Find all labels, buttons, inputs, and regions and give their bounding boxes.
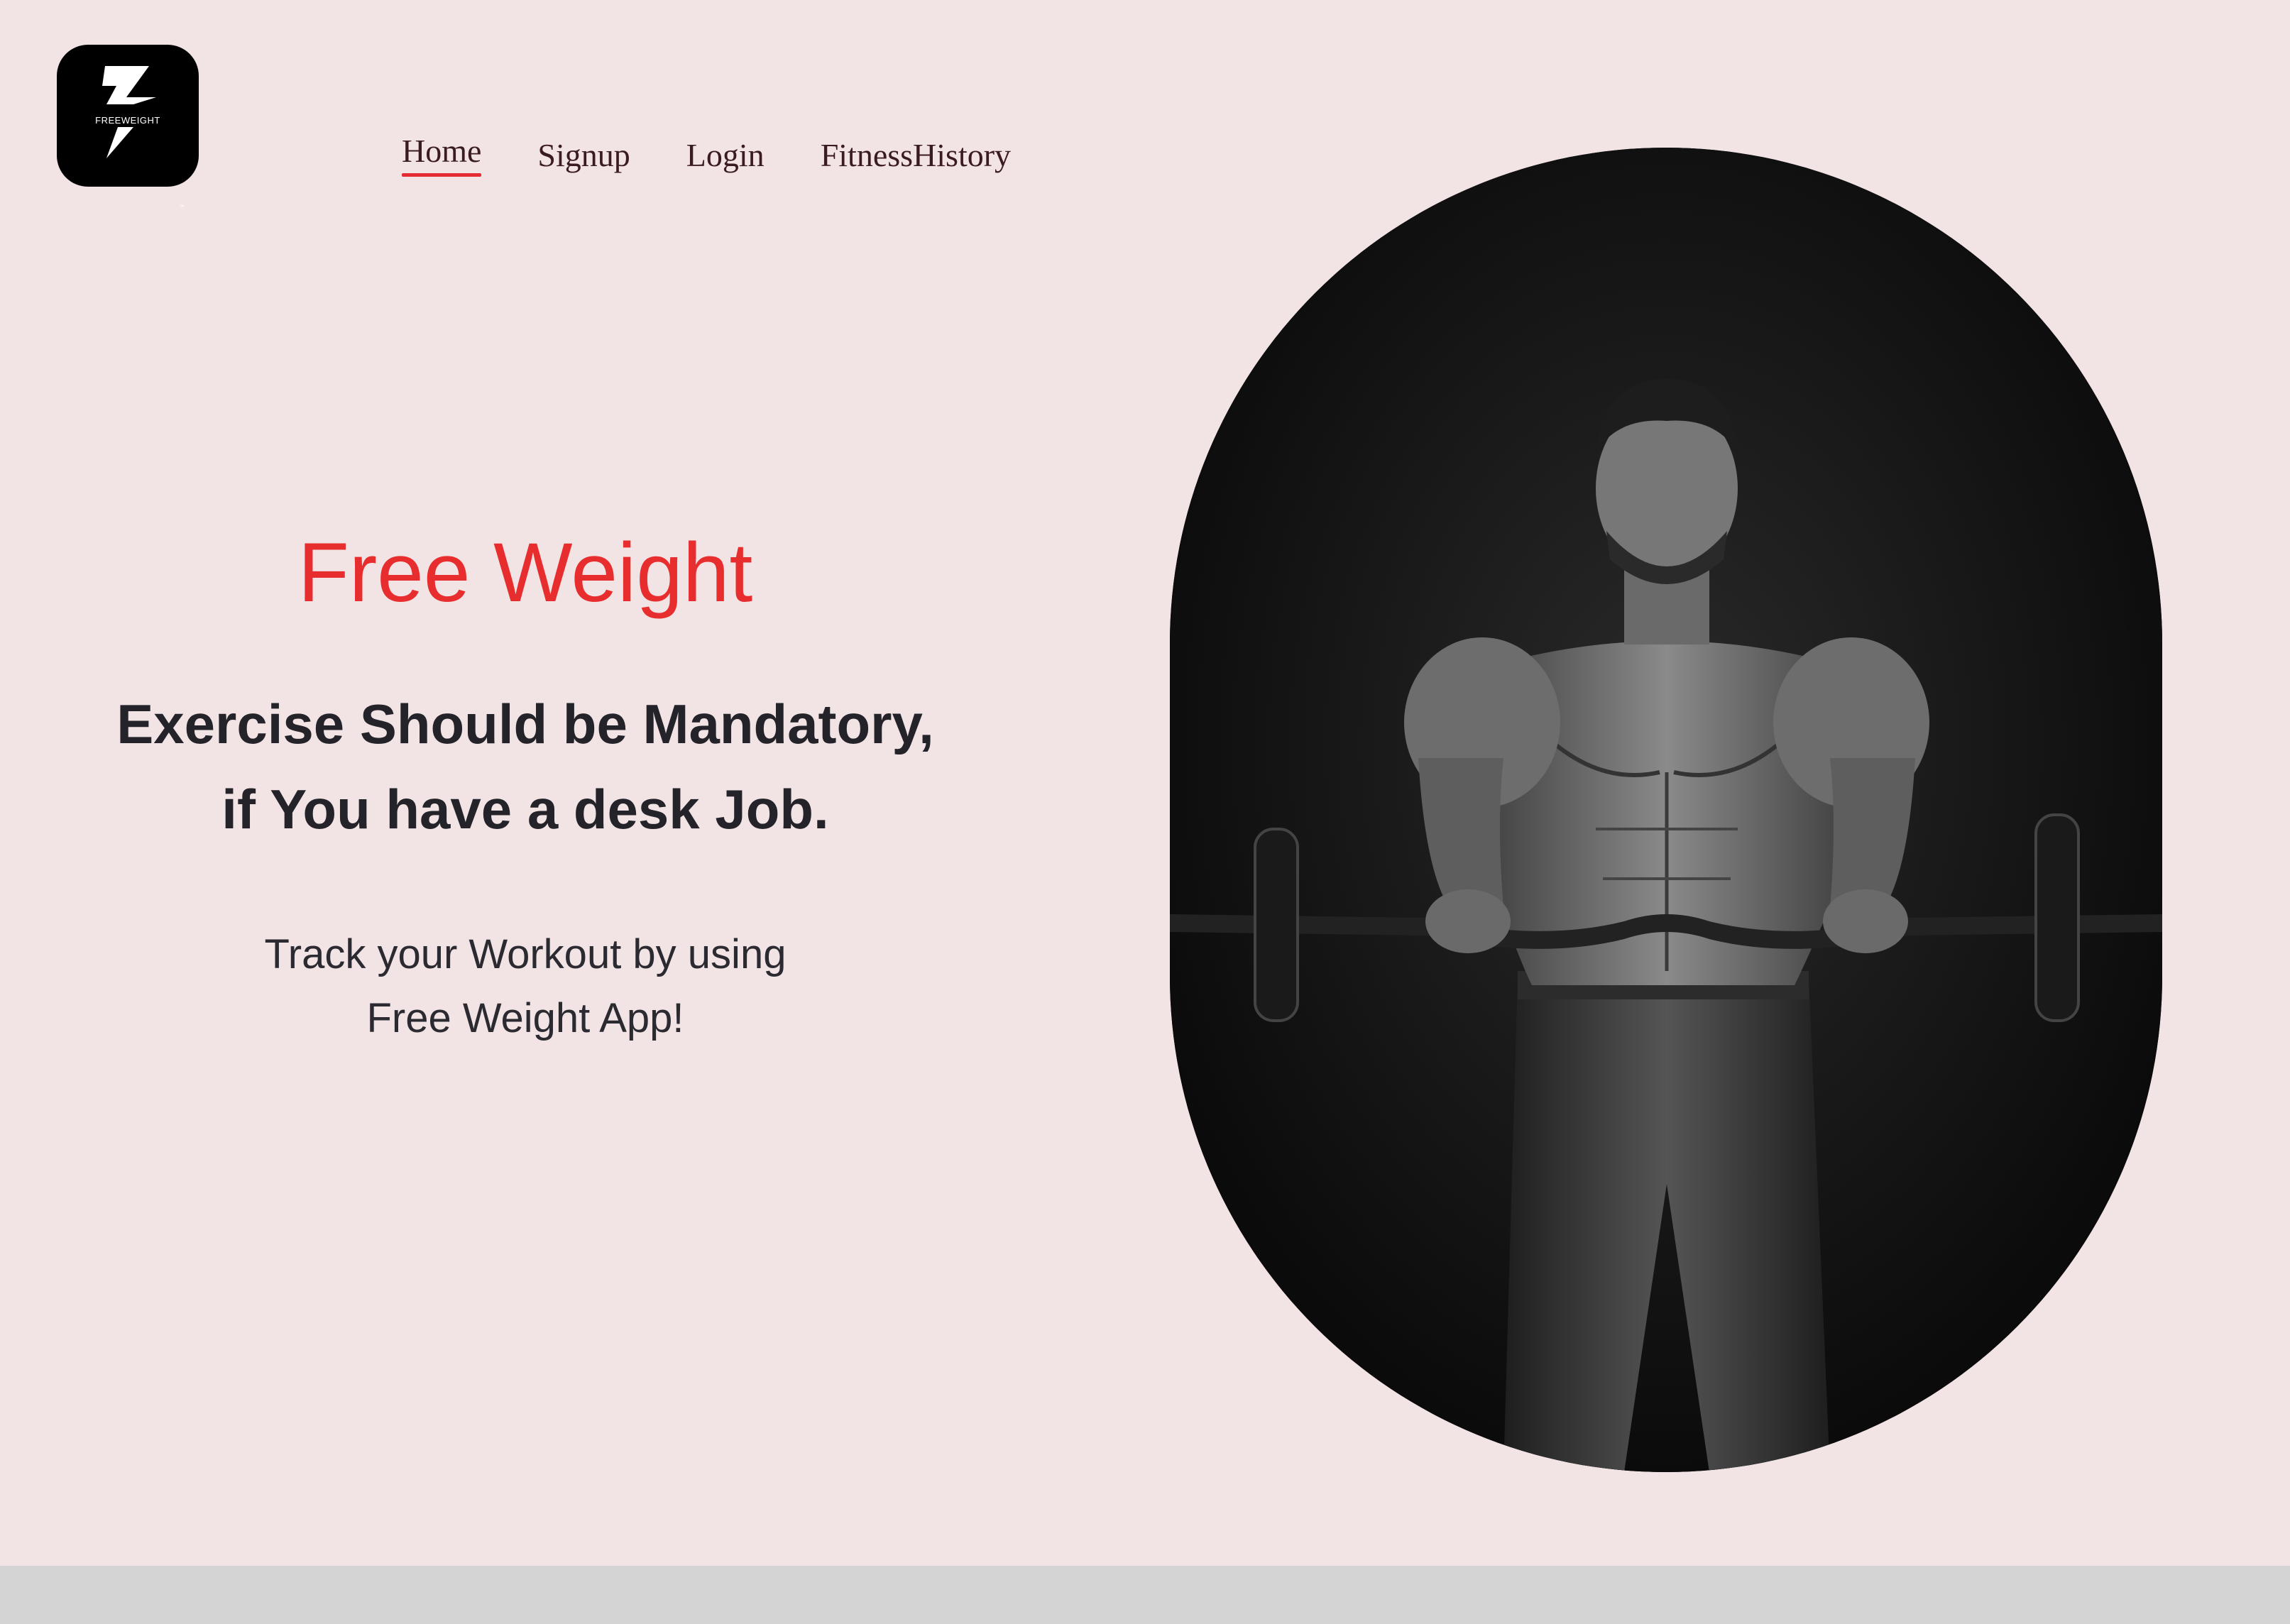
nav-fitness-history-link[interactable]: FitnessHistory [821, 136, 1011, 174]
hero-headline-line2: if You have a desk Job. [221, 778, 829, 840]
hero-subtitle-line2: Free Weight App! [366, 995, 684, 1041]
logo-trademark: ™ [179, 204, 185, 210]
main-nav: Home Signup Login FitnessHistory [402, 133, 1011, 177]
nav-signup-link[interactable]: Signup [537, 136, 630, 174]
athlete-barbell-illustration [1170, 148, 2162, 1472]
hero-headline-line1: Exercise Should be Mandatory, [116, 693, 934, 755]
landing-page: FREEWEIGHT ™ Home Signup Login FitnessHi… [0, 0, 2290, 1566]
logo-text: FREEWEIGHT [95, 115, 160, 126]
hero-athlete-photo [1170, 148, 2162, 1472]
hero-subtitle-line1: Track your Workout by using [264, 931, 787, 977]
footer-bar [0, 1566, 2290, 1624]
nav-home-link[interactable]: Home [402, 132, 482, 177]
hero-subtitle: Track your Workout by using Free Weight … [28, 923, 1022, 1050]
nav-login-link[interactable]: Login [686, 136, 765, 174]
hero-headline: Exercise Should be Mandatory, if You hav… [28, 681, 1022, 852]
hero-title: Free Weight [297, 526, 753, 620]
app-logo[interactable]: FREEWEIGHT ™ [57, 45, 199, 210]
